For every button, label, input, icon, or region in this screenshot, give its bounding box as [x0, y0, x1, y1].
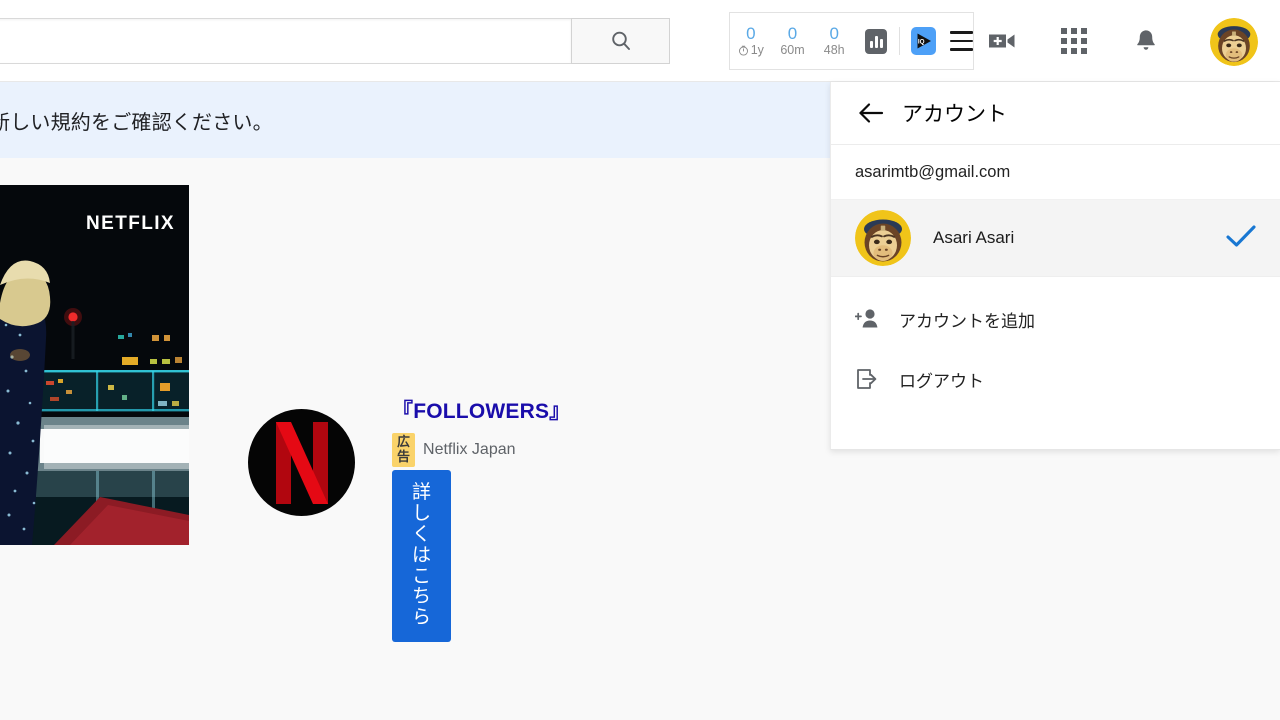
ad-meta: 広告 Netflix Japan [392, 433, 516, 467]
apps-grid-icon [1061, 28, 1087, 54]
gorilla-avatar-icon [855, 210, 911, 266]
ad-cta-button[interactable]: 詳しくはこちら [392, 470, 452, 643]
account-panel-title: アカウント [902, 103, 1007, 126]
svg-text:IQ: IQ [917, 38, 924, 45]
bar-chart-icon [869, 40, 873, 48]
account-panel-header: アカウント [831, 82, 1280, 145]
metric-48h-value: 0 [829, 23, 839, 43]
hamburger-menu-button[interactable] [949, 31, 974, 51]
gorilla-avatar [855, 210, 911, 266]
hamburger-menu-icon [949, 31, 974, 34]
search-button[interactable] [571, 18, 670, 64]
terms-notice-text: 新しい規約をご確認ください。 [0, 111, 273, 134]
bar-chart-button[interactable] [865, 28, 888, 54]
account-panel: アカウント asarimtb@gmail.com Asari Asari アカウ… [830, 82, 1280, 450]
hamburger-line-2 [949, 39, 974, 43]
menu-item-logout[interactable]: ログアウト [831, 349, 1280, 409]
toolbar-divider [899, 27, 901, 55]
menu-item-add-account[interactable]: アカウントを追加 [831, 289, 1280, 349]
metric-1y-value: 0 [746, 23, 756, 43]
ad-brand-logo[interactable] [248, 409, 355, 516]
bar-chart-icon-bar3 [879, 38, 883, 48]
page-root: 0 1y 0 60m 0 48h IQ 新しい規約をご確認ください。 NETFL… [0, 0, 1280, 720]
ad-badge: 広告 [392, 433, 416, 467]
metric-1y-text: 1y [750, 43, 764, 58]
stopwatch-icon [738, 46, 748, 56]
account-name: Asari Asari [933, 228, 1015, 247]
account-selected-check [1226, 224, 1256, 253]
back-button[interactable] [854, 96, 888, 130]
ad-video-thumbnail[interactable]: NETFLIX [0, 185, 189, 545]
hamburger-line-3 [949, 48, 974, 51]
bell-icon [1137, 30, 1155, 50]
play-triangle-icon: IQ [917, 33, 931, 49]
gorilla-avatar [1210, 18, 1258, 66]
ad-title[interactable]: 『FOLLOWERS』 [392, 395, 570, 425]
create-video-button[interactable] [981, 20, 1023, 62]
logout-icon-glyph [857, 369, 877, 389]
back-arrow-icon [859, 103, 884, 123]
menu-item-logout-label: ログアウト [899, 371, 984, 391]
account-email: asarimtb@gmail.com [831, 145, 1280, 200]
bar-chart-icon-bar2 [874, 35, 878, 48]
account-menu-list: アカウントを追加 ログアウト [831, 277, 1280, 409]
add-person-icon [855, 307, 891, 331]
metric-60m-value: 0 [787, 23, 798, 43]
metric-60m-label: 60m [780, 43, 805, 58]
search-input[interactable] [0, 18, 571, 64]
account-row-selected[interactable]: Asari Asari [831, 200, 1280, 277]
netflix-wordmark-text: NETFLIX [86, 213, 175, 234]
metrics-toolbar: 0 1y 0 60m 0 48h IQ [729, 12, 974, 70]
metric-48h-label: 48h [823, 43, 845, 58]
gorilla-avatar-icon [1210, 18, 1258, 66]
checkmark-icon [1226, 224, 1256, 247]
terms-notice-banner: 新しい規約をご確認ください。 [0, 82, 830, 158]
search-bar [0, 18, 670, 64]
metric-48h[interactable]: 0 48h [813, 23, 855, 58]
metric-60m[interactable]: 0 60m [772, 23, 814, 58]
notifications-button[interactable] [1125, 20, 1167, 62]
account-avatar-button[interactable] [1208, 16, 1260, 68]
search-icon [611, 31, 630, 50]
add-person-icon-glyph [855, 309, 878, 328]
iq-extension-button[interactable]: IQ [911, 27, 936, 55]
netflix-video-thumbnail-image: NETFLIX [0, 185, 189, 545]
logout-icon [855, 367, 891, 391]
netflix-n-logo-icon [275, 421, 328, 504]
apps-button[interactable] [1053, 20, 1095, 62]
menu-item-add-account-label: アカウントを追加 [899, 311, 1035, 331]
metric-1y[interactable]: 0 1y [730, 23, 772, 58]
metric-1y-label: 1y [738, 44, 764, 57]
ad-advertiser-name[interactable]: Netflix Japan [423, 441, 516, 459]
top-bar: 0 1y 0 60m 0 48h IQ [0, 0, 1280, 82]
video-camera-plus-icon [989, 34, 1015, 48]
